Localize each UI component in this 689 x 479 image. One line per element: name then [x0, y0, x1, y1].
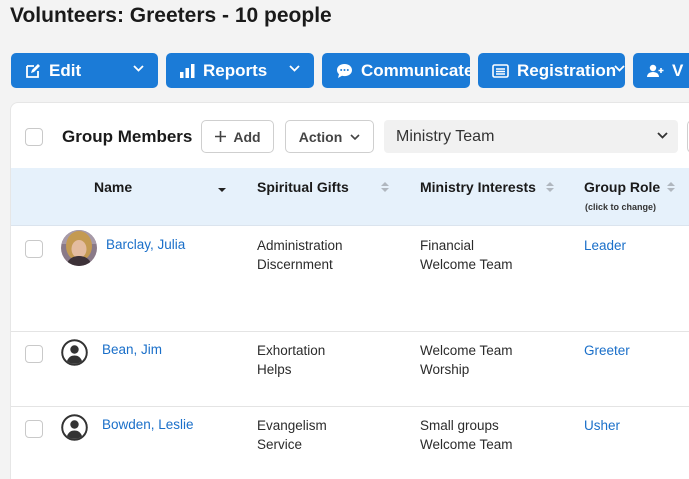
ministry-interests-cell: Small groups Welcome Team — [420, 417, 513, 454]
group-role-link[interactable]: Greeter — [584, 343, 630, 358]
group-role-link[interactable]: Usher — [584, 418, 620, 433]
chevron-down-icon — [657, 132, 668, 139]
person-icon — [61, 339, 88, 366]
interest-item: Welcome Team — [420, 343, 513, 358]
ministry-interests-cell: Welcome Team Worship — [420, 342, 513, 379]
member-name-link[interactable]: Barclay, Julia — [106, 237, 185, 252]
interest-item: Worship — [420, 361, 470, 377]
chevron-down-icon — [133, 65, 144, 72]
group-members-title: Group Members — [62, 127, 193, 146]
row-checkbox[interactable] — [25, 420, 43, 438]
interest-item: Small groups — [420, 418, 499, 433]
spiritual-gifts-cell: Evangelism Service — [257, 417, 327, 454]
action-label: Action — [298, 128, 343, 145]
gift-item: Exhortation — [257, 343, 326, 358]
action-dropdown[interactable]: Action — [285, 120, 374, 153]
volunteer-button[interactable]: V — [633, 53, 689, 88]
select-all-checkbox[interactable] — [25, 128, 43, 146]
bar-chart-icon — [180, 63, 195, 78]
registration-button[interactable]: Registration — [478, 53, 625, 88]
member-name-link[interactable]: Bowden, Leslie — [102, 417, 194, 432]
reports-button[interactable]: Reports — [166, 53, 314, 88]
interest-item: Welcome Team — [420, 256, 513, 272]
member-name-link[interactable]: Bean, Jim — [102, 342, 162, 357]
ministry-filter-select[interactable]: Ministry Team — [384, 120, 678, 153]
group-members-panel: Group Members Add Action Ministry Team N… — [10, 102, 689, 479]
chevron-down-icon — [289, 65, 300, 72]
edit-button[interactable]: Edit — [11, 53, 158, 88]
sort-desc-icon[interactable] — [218, 181, 226, 193]
chevron-down-icon — [614, 65, 625, 72]
gift-item: Discernment — [257, 256, 333, 272]
interest-item: Financial — [420, 238, 475, 253]
spiritual-gifts-cell: Administration Discernment — [257, 237, 343, 274]
table-row: Bowden, Leslie Evangelism Service Small … — [11, 407, 689, 479]
volunteer-button-label: V — [672, 60, 684, 80]
list-icon — [492, 63, 509, 78]
ministry-interests-cell: Financial Welcome Team — [420, 237, 513, 274]
communicate-button-label: Communicate — [361, 60, 470, 80]
table-row: Bean, Jim Exhortation Helps Welcome Team… — [11, 332, 689, 407]
gift-item: Service — [257, 436, 303, 452]
column-header-name[interactable]: Name — [94, 179, 132, 195]
communicate-button[interactable]: Communicate — [322, 53, 470, 88]
user-add-icon — [647, 64, 664, 77]
row-checkbox[interactable] — [25, 345, 43, 363]
gift-item: Evangelism — [257, 418, 327, 433]
group-role-link[interactable]: Leader — [584, 238, 626, 253]
interest-item: Welcome Team — [420, 436, 513, 452]
add-member-label: Add — [233, 128, 261, 145]
gift-item: Administration — [257, 238, 343, 253]
person-icon — [61, 414, 88, 441]
group-role-hint: (click to change) — [585, 202, 657, 212]
sort-icon[interactable] — [546, 181, 554, 193]
edit-icon — [26, 63, 40, 78]
ministry-filter-value: Ministry Team — [396, 127, 495, 145]
column-header-spiritual-gifts[interactable]: Spiritual Gifts — [257, 179, 349, 195]
chat-bubble-icon — [337, 63, 352, 78]
registration-button-label: Registration — [517, 60, 617, 80]
edit-button-label: Edit — [49, 60, 82, 80]
action-toolbar: Edit Reports Communicate Registration V — [0, 53, 689, 88]
row-checkbox[interactable] — [25, 240, 43, 258]
table-header: Name Spiritual Gifts Ministry Interests … — [11, 168, 689, 226]
spiritual-gifts-cell: Exhortation Helps — [257, 342, 325, 379]
plus-icon — [215, 131, 227, 142]
column-header-group-role[interactable]: Group Role — [584, 179, 660, 195]
table-row: Barclay, Julia Administration Discernmen… — [11, 227, 689, 332]
column-header-ministry-interests[interactable]: Ministry Interests — [420, 179, 536, 195]
sort-icon[interactable] — [381, 181, 389, 193]
page-title: Volunteers: Greeters - 10 people — [10, 4, 332, 27]
avatar — [61, 230, 97, 266]
reports-button-label: Reports — [203, 60, 268, 80]
add-member-button[interactable]: Add — [201, 120, 274, 153]
gift-item: Helps — [257, 361, 292, 377]
chevron-down-icon — [350, 133, 360, 140]
sort-icon[interactable] — [667, 181, 675, 193]
